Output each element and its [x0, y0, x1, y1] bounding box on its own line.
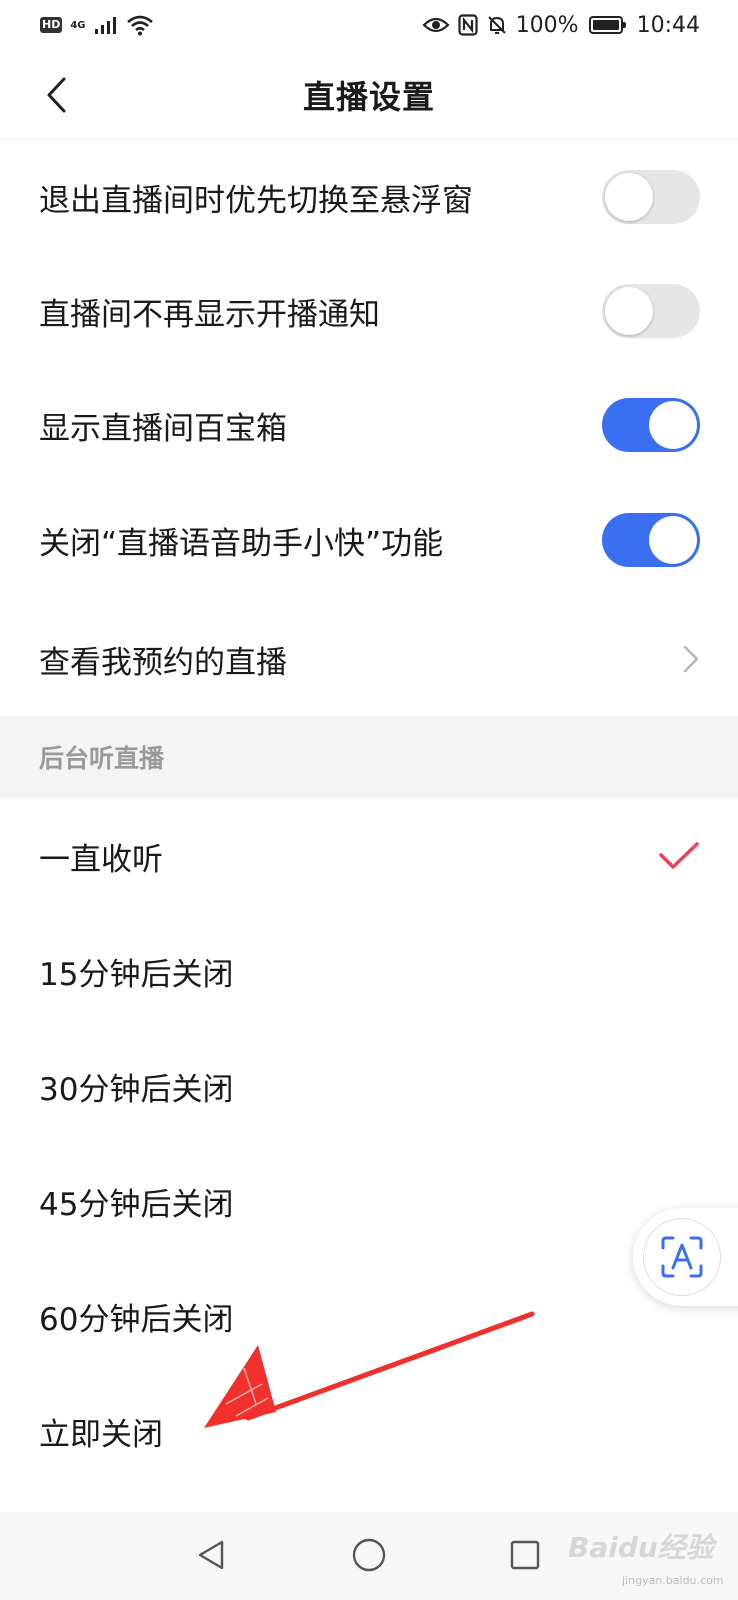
triangle-back-icon: [198, 1540, 224, 1570]
annotation-arrow: [204, 1311, 535, 1428]
baidu-watermark: Baidu经验: [568, 1531, 714, 1564]
nav-home-button[interactable]: [344, 1530, 394, 1580]
text-scan-icon: [661, 1236, 703, 1278]
floating-text-recognition-button[interactable]: [633, 1208, 738, 1306]
circle-home-icon: [352, 1538, 386, 1572]
nav-recents-button[interactable]: [500, 1530, 550, 1580]
float-inner: [643, 1218, 721, 1296]
square-recents-icon: [510, 1540, 540, 1570]
watermark-url: jingyan.baidu.com: [622, 1574, 724, 1587]
nav-back-button[interactable]: [186, 1530, 236, 1580]
